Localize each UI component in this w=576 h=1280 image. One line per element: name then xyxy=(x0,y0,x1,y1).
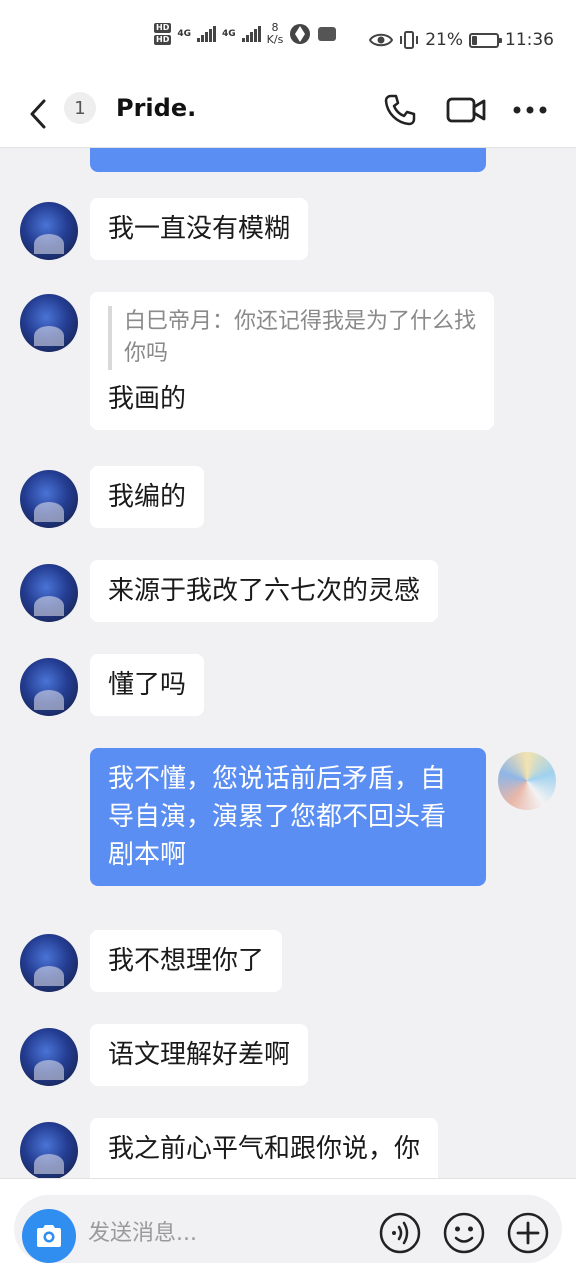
message-text: 懂了吗 xyxy=(108,670,187,700)
status-left-cluster: HD HD 4G 4G 8 K/s xyxy=(154,22,337,46)
more-dots-icon xyxy=(513,106,547,114)
contact-avatar[interactable] xyxy=(20,564,78,622)
message-text: 我不懂，您说话前后矛盾，自导自演，演累了您都不回头看剧本啊 xyxy=(108,764,447,870)
message-bubble[interactable]: 我一直没有模糊 xyxy=(90,198,309,260)
contact-avatar[interactable] xyxy=(20,1028,78,1086)
message-text: 语文理解好差啊 xyxy=(108,1040,291,1070)
status-right-cluster: 21% 11:36 xyxy=(369,30,554,50)
network-type-2: 4G xyxy=(222,29,236,39)
contact-avatar[interactable] xyxy=(20,658,78,716)
hd-label-2: HD xyxy=(154,35,172,45)
message-app-icon xyxy=(318,27,337,41)
message-bubble[interactable]: 我编的 xyxy=(90,466,205,528)
voice-message-button[interactable] xyxy=(378,1211,422,1255)
quoted-message: 白巳帝月：你还记得我是为了什么找你吗 xyxy=(108,306,476,370)
chat-header: 1 Pride. xyxy=(0,80,576,148)
battery-icon xyxy=(469,32,502,48)
voice-icon xyxy=(379,1212,421,1254)
back-button[interactable] xyxy=(28,92,58,136)
camera-icon xyxy=(37,1225,61,1247)
contact-avatar[interactable] xyxy=(20,1122,78,1178)
message-list[interactable]: 我一直没有模糊 白巳帝月：你还记得我是为了什么找你吗 我画的 我编的 来源于我改… xyxy=(0,148,576,1178)
emoji-button[interactable] xyxy=(442,1211,486,1255)
phone-icon xyxy=(384,94,416,126)
my-message-bubble[interactable]: 我不懂，您说话前后矛盾，自导自演，演累了您都不回头看剧本啊 xyxy=(90,748,486,886)
signal-icon-2 xyxy=(241,26,261,42)
message-bubble[interactable]: 语文理解好差啊 xyxy=(90,1024,309,1086)
vibrate-icon xyxy=(400,31,419,49)
message-bubble[interactable]: 懂了吗 xyxy=(90,654,205,716)
camera-button[interactable] xyxy=(22,1209,76,1263)
contact-avatar[interactable] xyxy=(20,202,78,260)
video-camera-icon xyxy=(446,97,486,123)
video-call-button[interactable] xyxy=(444,90,488,130)
hd-icon: HD HD xyxy=(154,23,172,45)
message-text: 我之前心平气和跟你说，你 xyxy=(108,1134,421,1164)
speed-unit: K/s xyxy=(266,33,284,46)
message-text: 我编的 xyxy=(108,482,187,512)
message-bubble[interactable]: 我不想理你了 xyxy=(90,930,283,992)
my-avatar[interactable] xyxy=(498,752,556,810)
battery-fill xyxy=(472,35,477,45)
hd-label-1: HD xyxy=(154,23,172,33)
message-text: 我画的 xyxy=(108,384,187,414)
chat-title: Pride. xyxy=(116,94,197,122)
contact-avatar[interactable] xyxy=(20,470,78,528)
input-bar: 发送消息... xyxy=(0,1178,576,1280)
network-type-1: 4G xyxy=(177,29,191,39)
message-text: 我不想理你了 xyxy=(108,946,265,976)
plus-icon xyxy=(507,1212,549,1254)
back-chevron-icon xyxy=(30,99,46,129)
previous-message-bubble[interactable] xyxy=(90,148,486,172)
more-actions-button[interactable] xyxy=(506,1211,550,1255)
network-speed: 8 K/s xyxy=(267,22,284,46)
status-bar: HD HD 4G 4G 8 K/s 21% 11:36 xyxy=(0,0,576,80)
message-bubble-with-quote[interactable]: 白巳帝月：你还记得我是为了什么找你吗 我画的 xyxy=(90,292,494,430)
vpn-icon xyxy=(290,24,311,44)
signal-icon-1 xyxy=(197,26,216,42)
clock: 11:36 xyxy=(505,30,554,50)
unread-count-badge: 1 xyxy=(64,92,96,124)
contact-avatar[interactable] xyxy=(20,934,78,992)
emoji-icon xyxy=(443,1212,485,1254)
voice-call-button[interactable] xyxy=(380,90,420,130)
message-input-placeholder: 发送消息... xyxy=(88,1221,197,1246)
message-text: 我一直没有模糊 xyxy=(108,214,291,244)
message-bubble[interactable]: 来源于我改了六七次的灵感 xyxy=(90,560,439,622)
battery-percent: 21% xyxy=(425,30,463,50)
eye-icon xyxy=(369,33,394,47)
message-text: 来源于我改了六七次的灵感 xyxy=(108,576,421,606)
more-options-button[interactable] xyxy=(510,90,550,130)
contact-avatar[interactable] xyxy=(20,294,78,352)
message-bubble[interactable]: 我之前心平气和跟你说，你 xyxy=(90,1118,439,1178)
